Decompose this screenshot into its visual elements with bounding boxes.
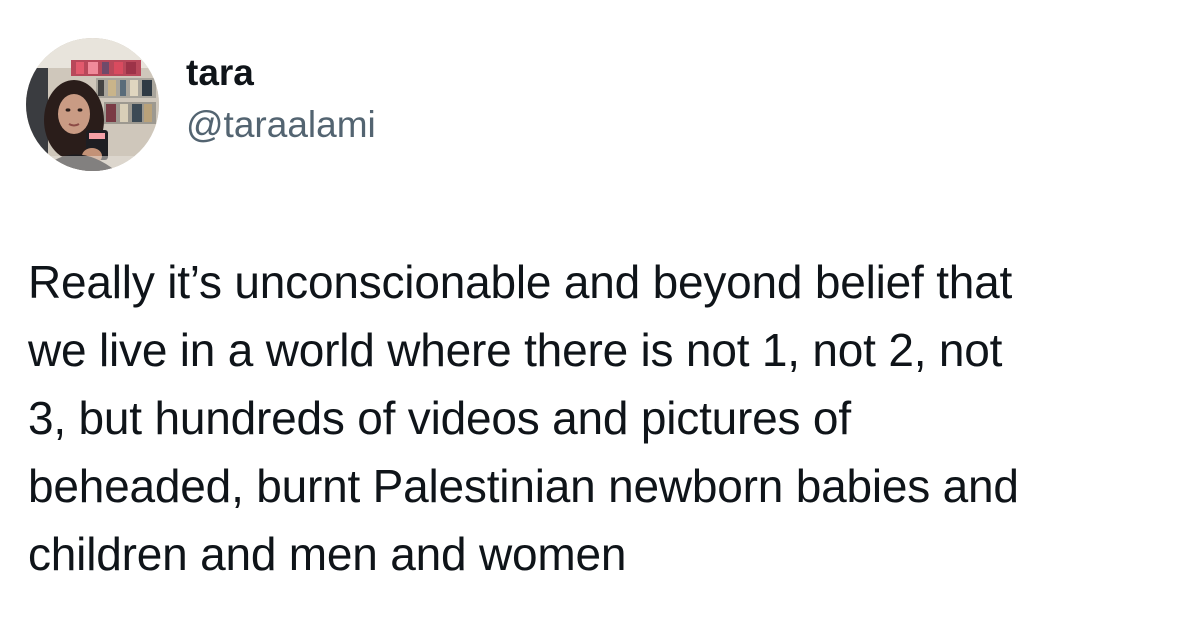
tweet-text-line: children and men and women — [28, 528, 627, 580]
tweet-header: tara @taraalami — [26, 38, 376, 171]
tweet-text-line: Really it’s unconscionable and beyond be… — [28, 256, 1013, 308]
avatar[interactable] — [26, 38, 159, 171]
tweet-text-line: beheaded, burnt Palestinian newborn babi… — [28, 460, 1019, 512]
tweet-text-line: 3, but hundreds of videos and pictures o… — [28, 392, 851, 444]
author-display-name[interactable]: tara — [186, 51, 376, 95]
tweet-card: tara @taraalami Really it’s unconscionab… — [0, 0, 1179, 637]
profile-photo-avatar-icon — [26, 38, 159, 171]
tweet-text: Really it’s unconscionable and beyond be… — [28, 248, 1158, 588]
author-names: tara @taraalami — [186, 51, 376, 148]
author-handle[interactable]: @taraalami — [186, 102, 376, 148]
tweet-text-line: we live in a world where there is not 1,… — [28, 324, 1003, 376]
